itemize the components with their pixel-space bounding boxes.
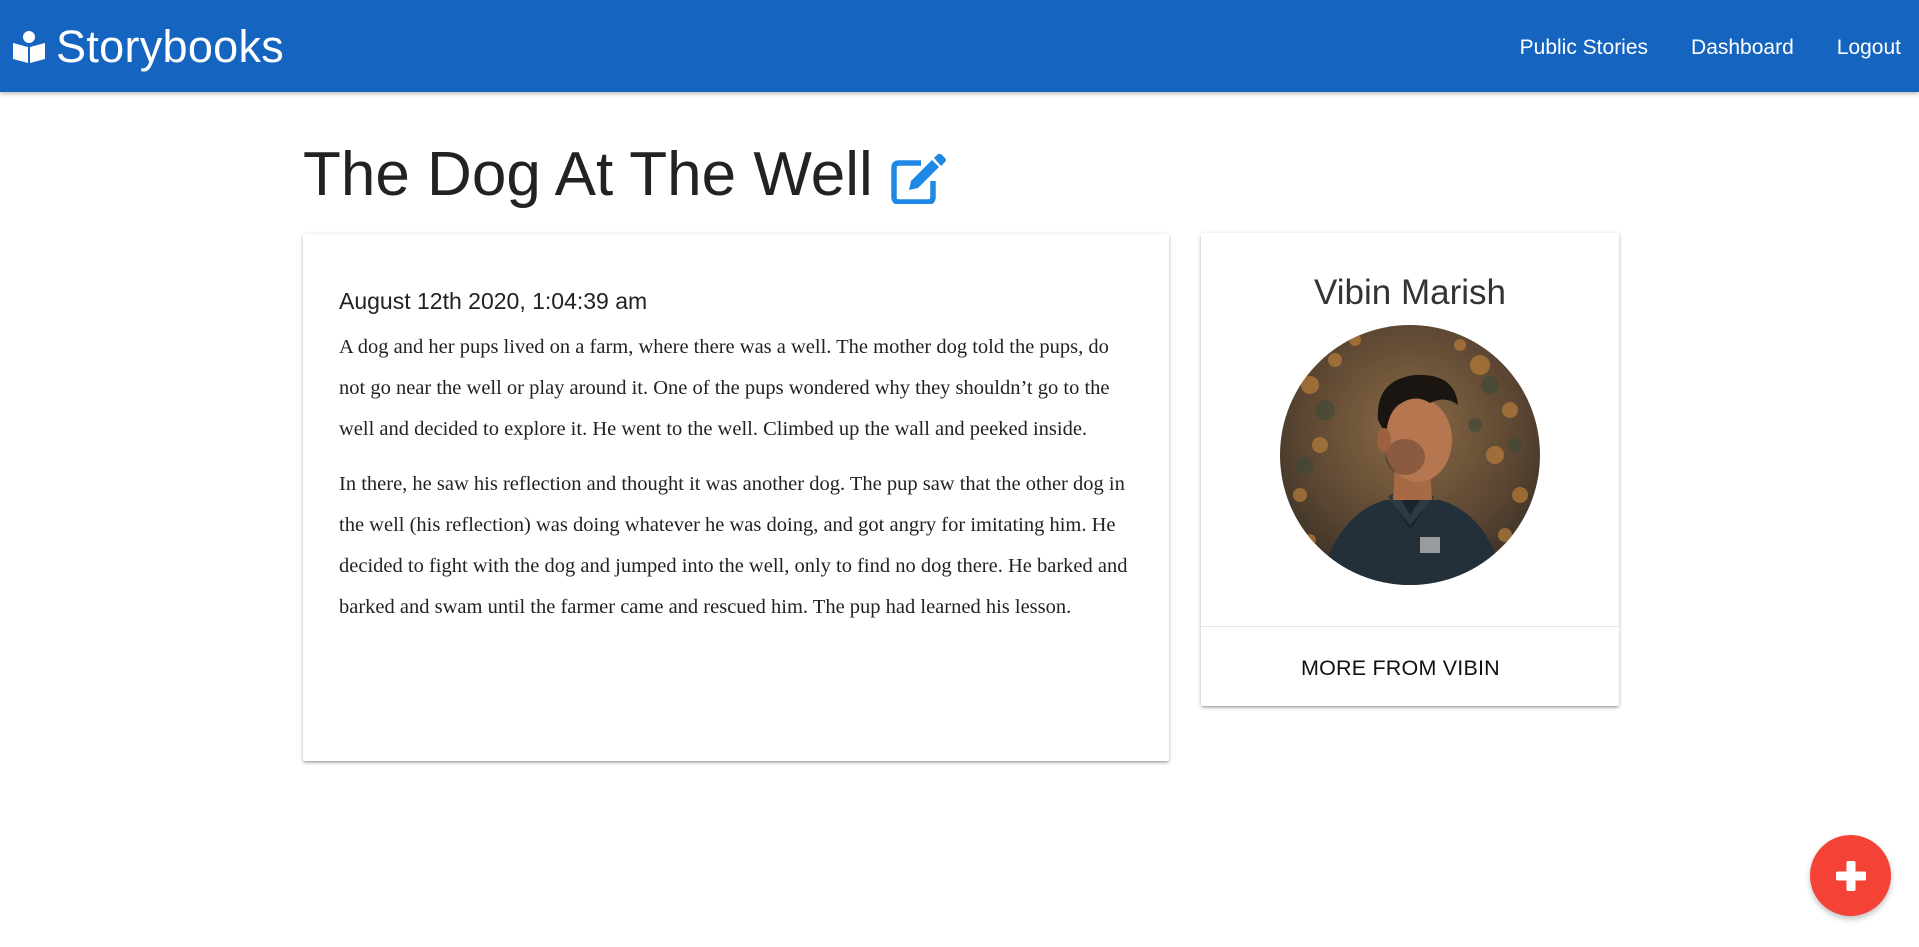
story-header: The Dog At The Well [303, 135, 947, 215]
nav-public-stories[interactable]: Public Stories [1520, 34, 1648, 62]
story-body: A dog and her pups lived on a farm, wher… [339, 327, 1134, 642]
edit-icon [891, 154, 946, 204]
add-story-button[interactable] [1810, 835, 1891, 916]
card-divider [1201, 626, 1619, 627]
story-date: August 12th 2020, 1:04:39 am [339, 288, 648, 314]
story-paragraph: In there, he saw his reflection and thou… [339, 473, 1128, 618]
nav-dashboard[interactable]: Dashboard [1691, 34, 1794, 62]
more-from-author-link[interactable]: MORE FROM VIBIN [1301, 653, 1500, 683]
edit-story-button[interactable] [891, 146, 947, 204]
story-title: The Dog At The Well [303, 140, 873, 209]
brand-title: Storybooks [56, 21, 285, 72]
story-card: August 12th 2020, 1:04:39 am A dog and h… [303, 234, 1169, 761]
top-navbar: Storybooks Public Stories Dashboard Logo… [0, 0, 1919, 92]
author-avatar [1280, 325, 1540, 585]
author-card: Vibin Marish MORE FROM VIBIN [1201, 233, 1619, 706]
nav-logout[interactable]: Logout [1837, 34, 1901, 62]
author-name: Vibin Marish [1314, 273, 1506, 312]
plus-icon [1835, 860, 1866, 891]
story-paragraph: A dog and her pups lived on a farm, wher… [339, 336, 1110, 440]
nav-links: Public Stories Dashboard Logout [1520, 34, 1901, 62]
brand-link[interactable]: Storybooks [12, 22, 284, 72]
book-reader-icon [12, 30, 46, 64]
